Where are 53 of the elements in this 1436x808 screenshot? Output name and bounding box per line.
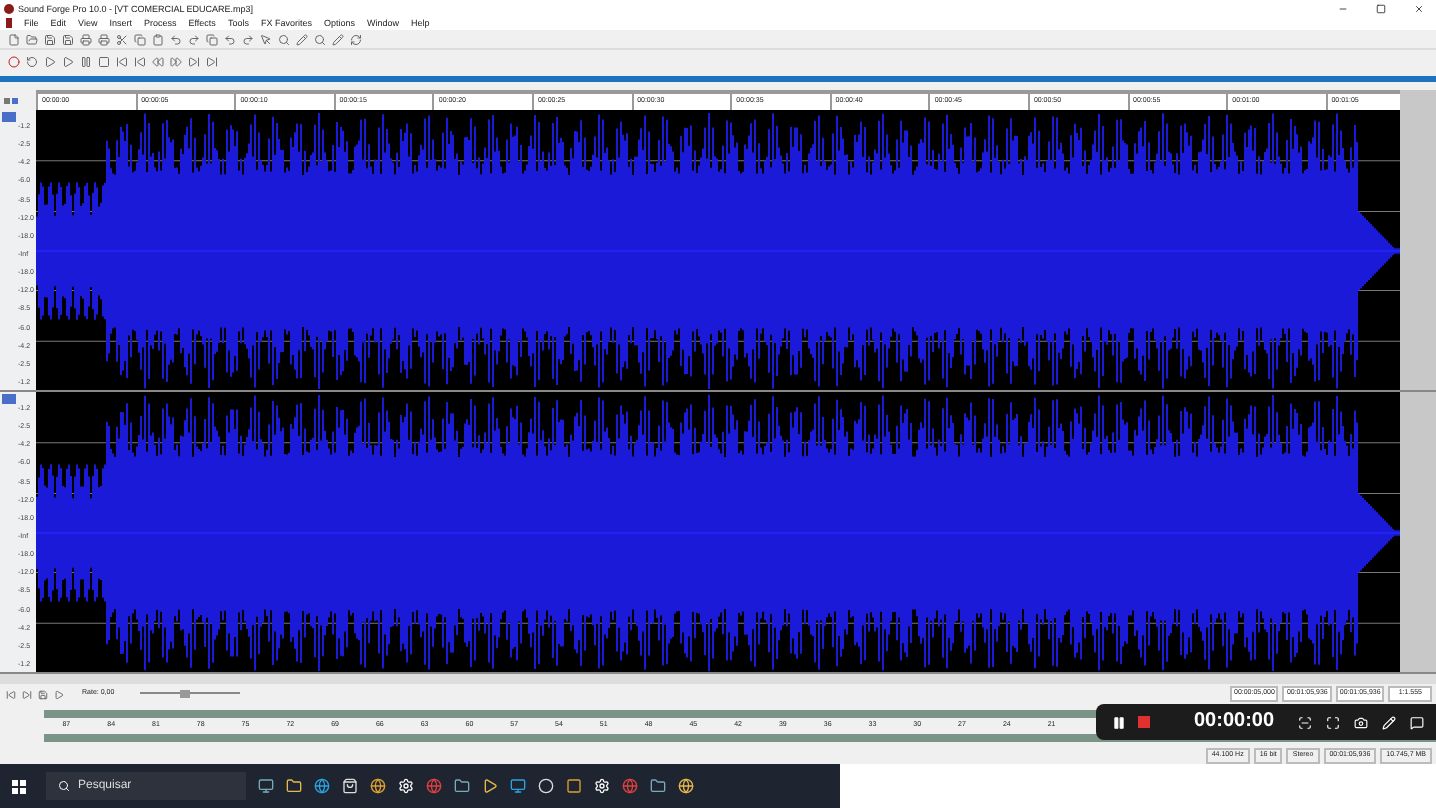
toolbar-icon[interactable]: [350, 33, 362, 45]
document-icon: [6, 18, 12, 28]
transport-icon[interactable]: [152, 55, 164, 67]
toolbar-icon[interactable]: [8, 33, 20, 45]
search-icon: [58, 780, 70, 792]
transport-icon[interactable]: [116, 55, 128, 67]
toolbar-icon[interactable]: [152, 33, 164, 45]
toolbar-icon[interactable]: [260, 33, 272, 45]
taskbar-app-icon[interactable]: [286, 778, 302, 794]
taskbar-app-icon[interactable]: [454, 778, 470, 794]
app-icon: [4, 3, 14, 13]
transport-icon[interactable]: [170, 55, 182, 67]
toolbar-icon[interactable]: [170, 33, 182, 45]
playback-icon[interactable]: [22, 689, 32, 699]
toolbar-icon[interactable]: [116, 33, 128, 45]
rate-slider[interactable]: [140, 691, 241, 697]
camera-icon[interactable]: [1354, 715, 1368, 729]
toolbar-icon[interactable]: [224, 33, 236, 45]
toolbar-icon[interactable]: [296, 33, 308, 45]
windows-icon[interactable]: [12, 779, 26, 793]
restore-icon[interactable]: [1376, 3, 1386, 13]
toolbar-icon[interactable]: [242, 33, 254, 45]
recording-time: 00:00:00: [1194, 712, 1275, 732]
transport-icon[interactable]: [134, 55, 146, 67]
taskbar-app-icon[interactable]: [678, 778, 694, 794]
pen-icon[interactable]: [1382, 715, 1396, 729]
transport-icon[interactable]: [8, 55, 20, 67]
taskbar-app-icon[interactable]: [370, 778, 386, 794]
toolbar-icon[interactable]: [44, 33, 56, 45]
taskbar-app-icon[interactable]: [482, 778, 498, 794]
toolbar-icon[interactable]: [80, 33, 92, 45]
taskbar-app-icon[interactable]: [258, 778, 274, 794]
playback-icon[interactable]: [38, 689, 48, 699]
toolbar-icon[interactable]: [332, 33, 344, 45]
taskbar-app-icon[interactable]: [650, 778, 666, 794]
pause-icon[interactable]: [1112, 715, 1126, 729]
toolbar-icon[interactable]: [98, 33, 110, 45]
toolbar-icon[interactable]: [26, 33, 38, 45]
toolbar-icon[interactable]: [314, 33, 326, 45]
toolbar-icon[interactable]: [62, 33, 74, 45]
playback-icon[interactable]: [6, 689, 16, 699]
ruler-corner: [1400, 90, 1436, 110]
toolbar-icon[interactable]: [278, 33, 290, 45]
transport-icon[interactable]: [188, 55, 200, 67]
playback-icon[interactable]: [54, 689, 64, 699]
transport-icon[interactable]: [26, 55, 38, 67]
region-icon[interactable]: [1298, 715, 1312, 729]
chat-icon[interactable]: [1410, 715, 1424, 729]
toolbar-icon[interactable]: [134, 33, 146, 45]
fullscreen-icon[interactable]: [1326, 715, 1340, 729]
transport-icon[interactable]: [206, 55, 218, 67]
toolbar-icon[interactable]: [206, 33, 218, 45]
toolbar-icon[interactable]: [188, 33, 200, 45]
